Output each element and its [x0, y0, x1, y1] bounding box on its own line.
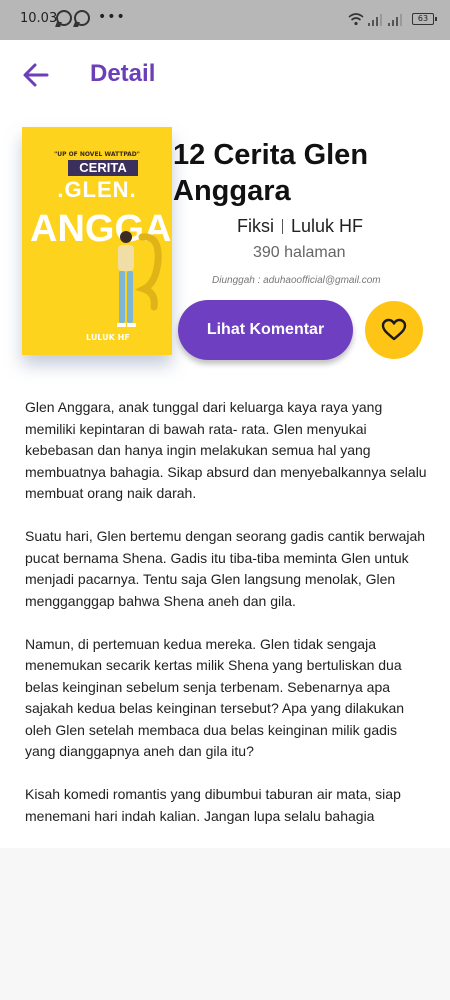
- status-time: 10.03: [20, 11, 58, 26]
- status-dots: •••: [98, 9, 126, 25]
- synopsis-paragraph: Suatu hari, Glen bertemu dengan seorang …: [25, 528, 426, 609]
- synopsis-paragraph: Glen Anggara, anak tunggal dari keluarga…: [25, 399, 427, 501]
- book-pages: 390 halaman: [253, 244, 346, 261]
- whatsapp-icon: [56, 10, 72, 26]
- book-synopsis: Glen Anggara, anak tunggal dari keluarga…: [25, 397, 429, 849]
- heart-icon: [381, 318, 407, 341]
- page-title: Detail: [90, 60, 156, 87]
- cover-author: LULUK HF: [86, 333, 130, 342]
- back-arrow-icon[interactable]: [22, 62, 50, 88]
- cover-cerita: CERITA: [68, 160, 138, 176]
- app-bar: Detail: [0, 40, 450, 110]
- synopsis-paragraph: Kisah komedi romantis yang dibumbui tabu…: [25, 786, 401, 824]
- signal-icon: [368, 14, 382, 26]
- battery-icon: 63: [412, 13, 437, 25]
- view-comments-button[interactable]: Lihat Komentar: [178, 300, 353, 360]
- synopsis-paragraph: Namun, di pertemuan kedua mereka. Glen t…: [25, 635, 405, 760]
- cover-figure: [117, 231, 162, 327]
- book-cover: "UP OF NOVEL WATTPAD" CERITA .GLEN. ANGG…: [22, 127, 172, 355]
- book-title: 12 Cerita Glen Anggara: [173, 139, 369, 207]
- wifi-icon: [348, 13, 364, 26]
- book-meta: Fiksi Luluk HF: [237, 216, 363, 237]
- cover-tagline: "UP OF NOVEL WATTPAD": [54, 151, 140, 158]
- signal-icon: [388, 14, 402, 26]
- book-genre: Fiksi: [237, 216, 274, 236]
- book-uploader: Diunggah : aduhaoofficial@gmail.com: [212, 275, 381, 286]
- meta-divider: [282, 219, 283, 234]
- book-detail: "UP OF NOVEL WATTPAD" CERITA .GLEN. ANGG…: [0, 110, 450, 848]
- favorite-button[interactable]: [365, 301, 423, 359]
- whatsapp-icon: [74, 10, 90, 26]
- status-bar: 10.03 ••• 63: [0, 0, 450, 40]
- cover-glen: .GLEN.: [57, 177, 137, 202]
- book-author: Luluk HF: [291, 216, 364, 236]
